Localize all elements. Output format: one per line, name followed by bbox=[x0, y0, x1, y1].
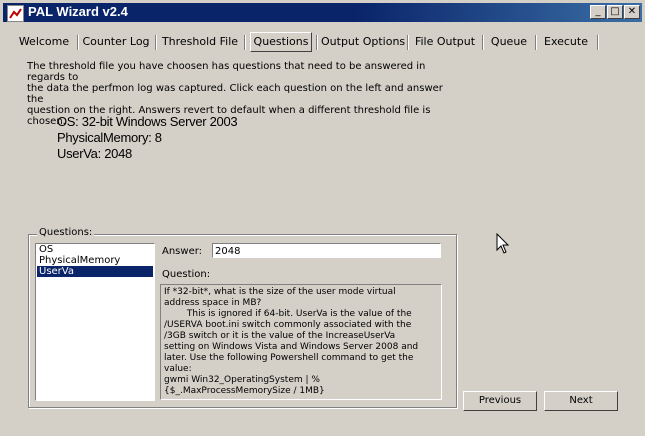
tab-counter-log[interactable]: Counter Log bbox=[82, 33, 150, 51]
questions-list[interactable]: OS PhysicalMemory UserVa bbox=[35, 243, 155, 401]
next-button[interactable]: Next bbox=[544, 391, 618, 411]
previous-button[interactable]: Previous bbox=[463, 391, 537, 411]
tab-welcome[interactable]: Welcome bbox=[14, 33, 74, 51]
physical-memory-info: PhysicalMemory: 8 bbox=[57, 130, 162, 145]
tab-divider bbox=[597, 35, 599, 50]
list-item-physical-memory[interactable]: PhysicalMemory bbox=[37, 255, 153, 266]
maximize-icon: □ bbox=[610, 6, 620, 17]
close-button[interactable]: ✕ bbox=[624, 5, 640, 19]
tab-queue[interactable]: Queue bbox=[488, 33, 530, 51]
tab-questions[interactable]: Questions bbox=[250, 32, 312, 52]
tab-divider bbox=[407, 35, 409, 50]
tab-divider bbox=[482, 35, 484, 50]
pal-wizard-window: PAL Wizard v2.4 _ □ ✕ Welcome Counter Lo… bbox=[0, 0, 645, 436]
list-item-os[interactable]: OS bbox=[37, 244, 153, 255]
tab-divider bbox=[244, 35, 246, 50]
list-item-userva[interactable]: UserVa bbox=[37, 266, 153, 277]
question-text: If *32-bit*, what is the size of the use… bbox=[160, 284, 442, 400]
tab-divider bbox=[155, 35, 157, 50]
mouse-pointer-icon bbox=[496, 232, 510, 258]
close-icon: ✕ bbox=[627, 6, 637, 17]
tab-file-output[interactable]: File Output bbox=[413, 33, 477, 51]
os-info: OS: 32-bit Windows Server 2003 bbox=[57, 114, 238, 129]
tab-divider bbox=[535, 35, 537, 50]
minimize-icon: _ bbox=[595, 6, 601, 17]
answer-label: Answer: bbox=[162, 246, 203, 257]
tab-execute[interactable]: Execute bbox=[540, 33, 592, 51]
tab-output-options[interactable]: Output Options bbox=[321, 33, 405, 51]
title-bar[interactable]: PAL Wizard v2.4 _ □ ✕ bbox=[3, 3, 642, 22]
pal-app-icon bbox=[7, 5, 24, 22]
userva-info: UserVa: 2048 bbox=[57, 146, 132, 161]
tab-divider bbox=[77, 35, 79, 50]
questions-group-label: Questions: bbox=[37, 227, 95, 238]
answer-input[interactable]: 2048 bbox=[212, 243, 441, 258]
window-title: PAL Wizard v2.4 bbox=[28, 4, 128, 19]
maximize-button[interactable]: □ bbox=[607, 5, 623, 19]
tab-divider bbox=[316, 35, 318, 50]
question-label: Question: bbox=[162, 269, 211, 280]
tab-threshold-file[interactable]: Threshold File bbox=[160, 33, 240, 51]
minimize-button[interactable]: _ bbox=[590, 5, 606, 19]
